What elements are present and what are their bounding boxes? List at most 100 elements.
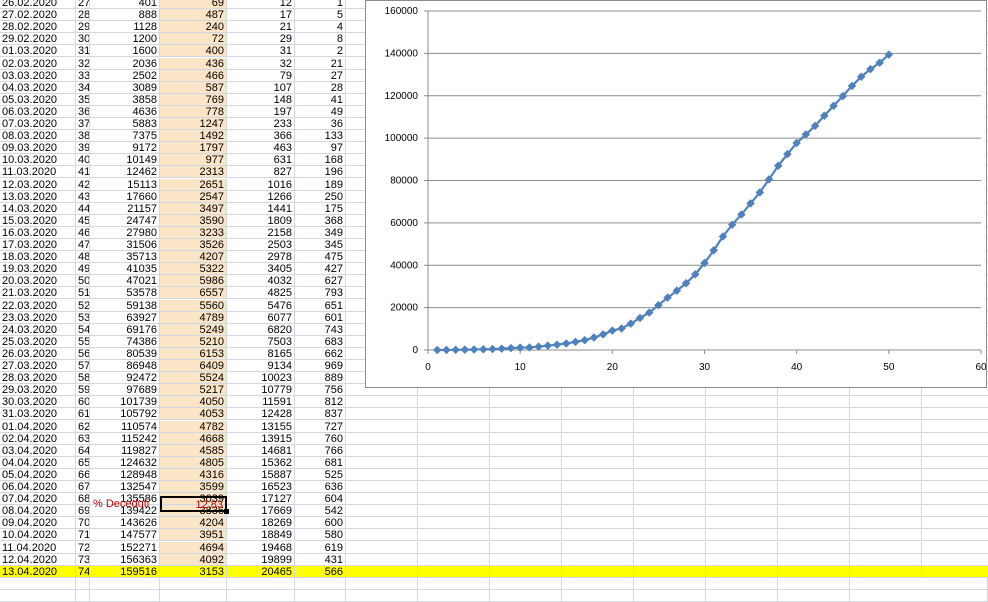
cell-deaths[interactable]: 196 <box>295 166 346 179</box>
cell-day[interactable]: 64 <box>76 444 90 457</box>
empty-cell[interactable] <box>562 408 634 421</box>
cell-total[interactable]: 35713 <box>90 251 160 264</box>
cell-total[interactable]: 47021 <box>90 275 160 288</box>
cell-total[interactable]: 119827 <box>90 444 160 457</box>
cell-date[interactable]: 10.04.2020 <box>0 529 76 542</box>
empty-cell[interactable] <box>418 481 490 493</box>
cell-deaths[interactable]: 475 <box>295 251 346 264</box>
empty-cell[interactable] <box>850 456 922 469</box>
empty-cell[interactable] <box>706 541 778 554</box>
empty-cell[interactable] <box>706 396 778 409</box>
cell-new[interactable]: 3599 <box>160 481 227 493</box>
cell-new[interactable]: 69 <box>160 0 227 9</box>
empty-cell[interactable] <box>346 444 418 457</box>
empty-cell[interactable] <box>706 481 778 493</box>
cell-day[interactable]: 58 <box>76 372 90 385</box>
cell-date[interactable]: 14.03.2020 <box>0 202 76 215</box>
cell-deaths[interactable]: 97 <box>295 142 346 155</box>
empty-cell[interactable] <box>922 565 988 578</box>
empty-cell[interactable] <box>706 589 778 602</box>
cell-total[interactable]: 24747 <box>90 214 160 227</box>
cell-day[interactable]: 55 <box>76 335 90 348</box>
cell-new[interactable]: 3233 <box>160 226 227 239</box>
empty-cell[interactable] <box>227 589 295 602</box>
empty-cell[interactable] <box>922 542 988 554</box>
empty-cell[interactable] <box>706 468 778 481</box>
cell-deaths[interactable]: 604 <box>295 493 346 506</box>
cell-date[interactable]: 29.03.2020 <box>0 384 76 397</box>
cell-deaths[interactable]: 889 <box>295 372 346 385</box>
empty-cell[interactable] <box>562 396 634 409</box>
cell-new[interactable]: 3526 <box>160 239 227 251</box>
cell-total[interactable]: 128948 <box>90 468 160 481</box>
cell-new[interactable]: 240 <box>160 21 227 34</box>
empty-cell[interactable] <box>160 577 227 590</box>
empty-cell[interactable] <box>0 577 76 590</box>
cell-deaths[interactable]: 566 <box>295 565 346 578</box>
cell-total[interactable]: 4636 <box>90 105 160 118</box>
cell-deaths[interactable]: 651 <box>295 299 346 312</box>
cell-total[interactable]: 3089 <box>90 81 160 94</box>
cell-deaths[interactable]: 5 <box>295 9 346 22</box>
empty-cell[interactable] <box>490 517 562 530</box>
cell-recovered[interactable]: 32 <box>227 57 295 70</box>
cell-date[interactable]: 12.04.2020 <box>0 553 76 566</box>
empty-cell[interactable] <box>778 493 850 506</box>
cell-date[interactable]: 01.04.2020 <box>0 420 76 433</box>
cell-date[interactable]: 27.03.2020 <box>0 360 76 372</box>
cell-total[interactable]: 115242 <box>90 432 160 445</box>
empty-cell[interactable] <box>562 517 634 530</box>
cell-date[interactable]: 22.03.2020 <box>0 299 76 312</box>
cell-new[interactable]: 1247 <box>160 118 227 130</box>
cell-deaths[interactable]: 21 <box>295 57 346 70</box>
empty-cell[interactable] <box>562 541 634 554</box>
cell-new[interactable]: 4694 <box>160 541 227 554</box>
cell-new[interactable]: 2651 <box>160 178 227 191</box>
empty-cell[interactable] <box>295 577 346 590</box>
cell-date[interactable]: 11.04.2020 <box>0 541 76 554</box>
empty-cell[interactable] <box>490 493 562 506</box>
empty-cell[interactable] <box>634 456 706 469</box>
cell-total[interactable]: 143626 <box>90 517 160 530</box>
cell-new[interactable]: 769 <box>160 93 227 106</box>
empty-cell[interactable] <box>778 408 850 421</box>
empty-cell[interactable] <box>346 505 418 518</box>
cell-new[interactable]: 3153 <box>160 565 227 578</box>
cell-date[interactable]: 09.04.2020 <box>0 517 76 530</box>
empty-cell[interactable] <box>490 456 562 469</box>
empty-cell[interactable] <box>706 565 778 578</box>
cell-deaths[interactable]: 580 <box>295 529 346 542</box>
empty-cell[interactable] <box>922 396 988 409</box>
cell-deaths[interactable]: 36 <box>295 118 346 130</box>
cell-new[interactable]: 487 <box>160 9 227 22</box>
cell-day[interactable]: 57 <box>76 360 90 372</box>
empty-cell[interactable] <box>490 432 562 445</box>
cell-day[interactable]: 73 <box>76 553 90 566</box>
cell-total[interactable]: 97689 <box>90 384 160 397</box>
cell-new[interactable]: 400 <box>160 45 227 58</box>
cell-deaths[interactable]: 681 <box>295 456 346 469</box>
cell-total[interactable]: 156363 <box>90 553 160 566</box>
cell-day[interactable]: 50 <box>76 275 90 288</box>
empty-cell[interactable] <box>706 408 778 421</box>
cell-date[interactable]: 13.04.2020 <box>0 565 76 578</box>
empty-cell[interactable] <box>490 565 562 578</box>
empty-cell[interactable] <box>922 554 988 566</box>
cell-date[interactable]: 02.03.2020 <box>0 57 76 70</box>
empty-cell[interactable] <box>850 589 988 602</box>
cell-new[interactable]: 4789 <box>160 311 227 324</box>
empty-cell[interactable] <box>562 589 634 602</box>
cell-new[interactable]: 1797 <box>160 142 227 155</box>
cell-deaths[interactable]: 627 <box>295 275 346 288</box>
cell-recovered[interactable]: 463 <box>227 142 295 155</box>
cell-date[interactable]: 18.03.2020 <box>0 251 76 264</box>
empty-cell[interactable] <box>850 396 922 409</box>
cell-deaths[interactable]: 812 <box>295 396 346 409</box>
cell-total[interactable]: 110574 <box>90 420 160 433</box>
cell-deaths[interactable]: 600 <box>295 517 346 530</box>
empty-cell[interactable] <box>922 493 988 506</box>
cell-deaths[interactable]: 766 <box>295 444 346 457</box>
empty-cell[interactable] <box>490 420 562 433</box>
empty-cell[interactable] <box>346 541 418 554</box>
empty-cell[interactable] <box>490 529 562 542</box>
